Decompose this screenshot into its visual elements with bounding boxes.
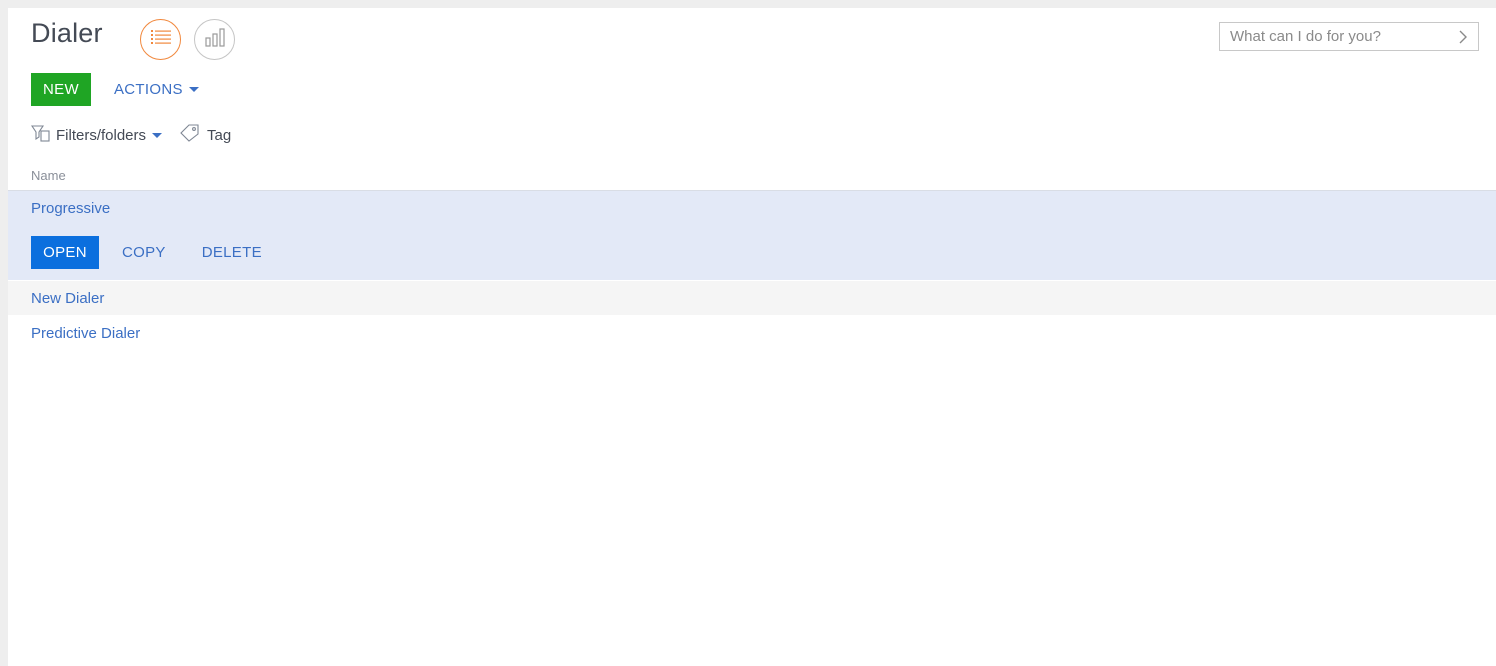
tag-button[interactable]: Tag: [179, 124, 231, 146]
row-name-link[interactable]: Progressive: [31, 200, 110, 217]
copy-button[interactable]: COPY: [122, 244, 166, 261]
row-name-link[interactable]: New Dialer: [31, 290, 104, 307]
top-frame-strip: [0, 0, 1496, 8]
chevron-right-icon[interactable]: [1456, 29, 1470, 45]
caret-down-icon: [188, 87, 199, 92]
row-name-link[interactable]: Predictive Dialer: [31, 325, 140, 342]
left-frame-strip: [0, 0, 8, 666]
command-search[interactable]: [1219, 22, 1479, 51]
chart-view-button[interactable]: [194, 19, 235, 60]
actions-menu-button[interactable]: ACTIONS: [114, 73, 199, 106]
open-button[interactable]: OPEN: [31, 236, 99, 269]
tag-icon: [179, 124, 199, 146]
filter-icon: [30, 124, 50, 146]
chart-view-icon: [204, 27, 225, 52]
column-header-name[interactable]: Name: [31, 168, 66, 183]
row-actions: OPEN COPY DELETE: [31, 236, 262, 269]
page-content: Dialer What can I do for you? NEW ACTION…: [8, 8, 1496, 666]
actions-label: ACTIONS: [114, 81, 183, 98]
caret-down-icon: [152, 132, 163, 138]
list-view-button[interactable]: [140, 19, 181, 60]
new-button[interactable]: NEW: [31, 73, 91, 106]
table-row[interactable]: Predictive Dialer: [8, 316, 1496, 350]
tag-label: Tag: [207, 126, 232, 144]
search-input[interactable]: [1220, 23, 1455, 50]
list-view-icon: [150, 29, 171, 50]
table-row-selected[interactable]: Progressive OPEN COPY DELETE: [8, 191, 1496, 280]
delete-button[interactable]: DELETE: [202, 244, 262, 261]
page-title: Dialer: [31, 18, 103, 48]
table-row[interactable]: New Dialer: [8, 281, 1496, 315]
filters-label: Filters/folders: [56, 126, 147, 144]
filters-folders-button[interactable]: Filters/folders: [30, 124, 163, 146]
